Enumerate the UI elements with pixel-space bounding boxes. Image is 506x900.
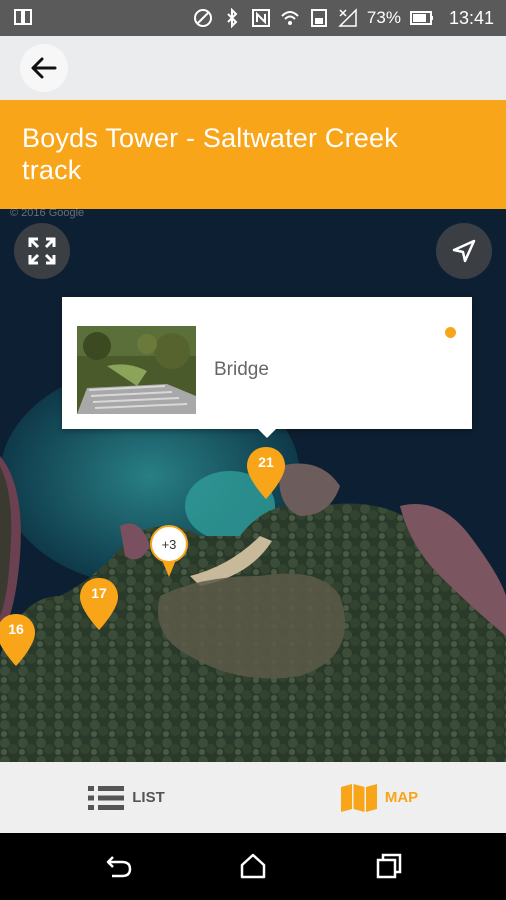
status-bar: 73% 13:41 [0, 0, 506, 36]
mute-icon [193, 9, 212, 27]
cluster-count: +3 [150, 525, 188, 563]
clock: 13:41 [448, 7, 494, 28]
status-dot [445, 327, 456, 338]
poi-thumbnail [77, 326, 196, 414]
battery-percent: 73% [366, 8, 401, 27]
my-location-button[interactable] [436, 223, 492, 279]
map-tab-label: MAP [384, 789, 419, 806]
back-button[interactable] [20, 44, 68, 92]
back-icon[interactable] [104, 851, 134, 881]
nfc-icon [251, 9, 270, 27]
map-cluster-pin[interactable]: +3 [150, 525, 188, 581]
page-title: Boyds Tower - Saltwater Creek track [22, 123, 398, 185]
list-tab-label: LIST [132, 789, 165, 806]
pin-number: 17 [91, 585, 107, 601]
list-tab[interactable]: LIST [0, 762, 253, 833]
pin-number: 21 [258, 454, 274, 470]
list-icon [88, 785, 125, 810]
expand-icon [28, 237, 56, 265]
map-attribution: © 2016 Google [10, 207, 85, 219]
system-navigation-bar [0, 833, 506, 900]
pin-number: 16 [8, 621, 24, 637]
poi-popup[interactable]: Bridge [62, 297, 472, 438]
navigation-arrow-icon [452, 239, 476, 263]
map-pin-21[interactable]: 21 [245, 445, 287, 501]
bluetooth-icon [227, 8, 238, 28]
recents-icon[interactable] [374, 851, 404, 881]
map-pin-17[interactable]: 17 [78, 576, 120, 632]
map-tab[interactable]: MAP [253, 762, 506, 833]
track-title-bar: Boyds Tower - Saltwater Creek track [0, 100, 506, 209]
back-arrow-icon [31, 57, 57, 79]
sim-card-icon [14, 9, 32, 25]
wifi-icon [281, 11, 299, 25]
home-icon[interactable] [238, 851, 268, 881]
app-bar [0, 36, 506, 100]
popup-pointer [258, 429, 276, 438]
fullscreen-button[interactable] [14, 223, 70, 279]
bottom-navigation: LIST MAP [0, 762, 506, 833]
poi-label: Bridge [214, 359, 269, 380]
battery-icon [409, 11, 433, 25]
map-icon [340, 783, 377, 812]
storage-icon [310, 9, 327, 27]
signal-icon [338, 8, 357, 27]
map-pin-16[interactable]: 16 [0, 612, 37, 668]
